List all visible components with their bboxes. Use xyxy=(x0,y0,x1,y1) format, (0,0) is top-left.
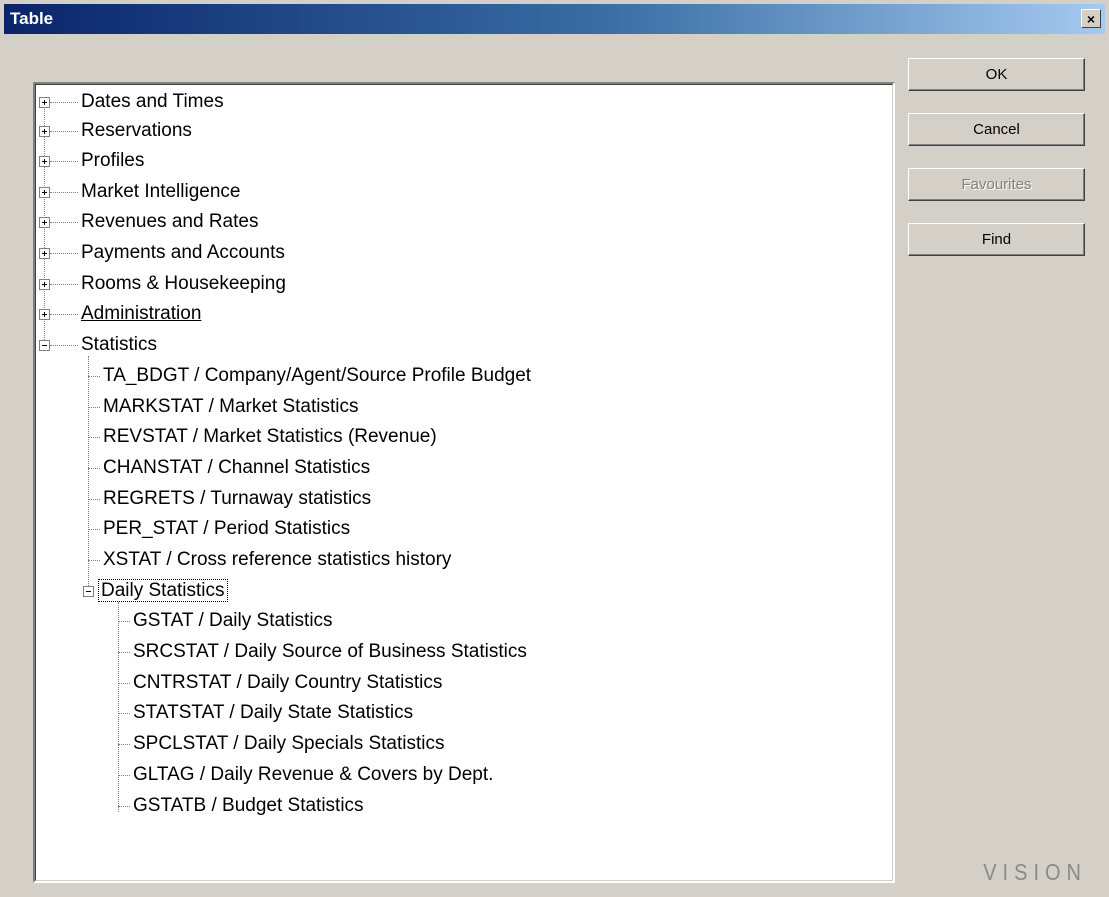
expand-icon[interactable] xyxy=(39,156,50,167)
find-button[interactable]: Find xyxy=(908,223,1085,256)
tree-leaf-label: GSTATB / Budget Statistics xyxy=(133,795,364,816)
tree-leaf-gltag[interactable]: GLTAG / Daily Revenue & Covers by Dept. xyxy=(133,761,493,789)
tree-node-reservations[interactable]: Reservations xyxy=(81,117,192,145)
tree-leaf-regrets[interactable]: REGRETS / Turnaway statistics xyxy=(103,485,371,513)
tree-connector-line xyxy=(50,284,78,285)
tree-node-label: Rooms & Housekeeping xyxy=(81,273,286,294)
tree-connector-line xyxy=(88,407,100,408)
tree-leaf-label: TA_BDGT / Company/Agent/Source Profile B… xyxy=(103,365,532,386)
tree-node-label: Market Intelligence xyxy=(81,181,241,202)
tree-connector-line xyxy=(50,253,78,254)
tree-connector-line xyxy=(50,131,78,132)
tree-connector-line xyxy=(50,102,78,103)
favourites-button-label: Favourites xyxy=(961,176,1032,193)
tree-node-statistics[interactable]: Statistics xyxy=(81,331,157,359)
tree-leaf-markstat[interactable]: MARKSTAT / Market Statistics xyxy=(103,393,359,421)
tree-node-revenues-and-rates[interactable]: Revenues and Rates xyxy=(81,208,258,236)
tree-node-dates-and-times[interactable]: Dates and Times xyxy=(81,88,224,116)
tree-leaf-label: GSTAT / Daily Statistics xyxy=(133,610,333,631)
tree-leaf-label: CHANSTAT / Channel Statistics xyxy=(103,457,371,478)
favourites-button[interactable]: Favourites xyxy=(908,168,1085,201)
tree-node-administration[interactable]: Administration xyxy=(81,300,201,328)
table-dialog: Table × Dates and Times Reservations Pro… xyxy=(0,0,1109,897)
title-bar[interactable]: Table × xyxy=(4,4,1105,34)
tree-leaf-label: STATSTAT / Daily State Statistics xyxy=(133,702,414,723)
tree-leaf-label: SPCLSTAT / Daily Specials Statistics xyxy=(133,733,445,754)
tree-node-label: Daily Statistics xyxy=(98,579,228,602)
expand-icon[interactable] xyxy=(39,279,50,290)
tree-leaf-gstat[interactable]: GSTAT / Daily Statistics xyxy=(133,607,333,635)
cancel-button[interactable]: Cancel xyxy=(908,113,1085,146)
expand-icon[interactable] xyxy=(39,97,50,108)
tree-leaf-label: XSTAT / Cross reference statistics histo… xyxy=(103,549,452,570)
tree-connector-line xyxy=(118,652,130,653)
tree-connector-line xyxy=(50,222,78,223)
tree-leaf-cntrstat[interactable]: CNTRSTAT / Daily Country Statistics xyxy=(133,669,442,697)
tree-connector-line xyxy=(118,683,130,684)
tree-leaf-label: GLTAG / Daily Revenue & Covers by Dept. xyxy=(133,764,494,785)
tree-leaf-label: REGRETS / Turnaway statistics xyxy=(103,488,372,509)
tree-node-label: Profiles xyxy=(81,150,145,171)
tree-node-label: Statistics xyxy=(81,334,158,355)
tree-connector-line xyxy=(118,621,130,622)
tree-leaf-label: REVSTAT / Market Statistics (Revenue) xyxy=(103,426,437,447)
tree-connector-line xyxy=(88,437,100,438)
expand-icon[interactable] xyxy=(39,248,50,259)
tree-connector-line xyxy=(50,314,78,315)
tree-node-rooms-housekeeping[interactable]: Rooms & Housekeeping xyxy=(81,270,286,298)
tree-connector-line xyxy=(118,775,130,776)
tree-leaf-ta-bdgt[interactable]: TA_BDGT / Company/Agent/Source Profile B… xyxy=(103,362,531,390)
tree-connector-line xyxy=(50,161,78,162)
close-icon: × xyxy=(1086,10,1096,27)
tree-leaf-xstat[interactable]: XSTAT / Cross reference statistics histo… xyxy=(103,546,451,574)
tree-leaf-gstatb[interactable]: GSTATB / Budget Statistics xyxy=(133,792,364,820)
tree-leaf-label: MARKSTAT / Market Statistics xyxy=(103,396,359,417)
tree-connector-line xyxy=(118,602,119,812)
tree-node-daily-statistics[interactable]: Daily Statistics xyxy=(98,577,228,605)
tree-connector-line xyxy=(50,192,78,193)
tree-node-label: Administration xyxy=(81,303,202,324)
cancel-button-label: Cancel xyxy=(973,121,1020,138)
tree-connector-line xyxy=(88,499,100,500)
tree-node-market-intelligence[interactable]: Market Intelligence xyxy=(81,178,240,206)
expand-icon[interactable] xyxy=(39,309,50,320)
tree-connector-line xyxy=(88,468,100,469)
ok-button[interactable]: OK xyxy=(908,58,1085,91)
collapse-icon[interactable] xyxy=(39,340,50,351)
close-button[interactable]: × xyxy=(1081,9,1101,28)
tree-node-payments-and-accounts[interactable]: Payments and Accounts xyxy=(81,239,285,267)
tree-connector-line xyxy=(118,806,130,807)
tree-leaf-label: CNTRSTAT / Daily Country Statistics xyxy=(133,672,443,693)
tree-node-label: Payments and Accounts xyxy=(81,242,285,263)
tree-node-label: Dates and Times xyxy=(81,91,224,112)
tree-node-label: Revenues and Rates xyxy=(81,211,259,232)
tree-leaf-label: SRCSTAT / Daily Source of Business Stati… xyxy=(133,641,527,662)
ok-button-label: OK xyxy=(985,66,1008,83)
expand-icon[interactable] xyxy=(39,126,50,137)
tree-connector-line xyxy=(118,713,130,714)
tree-leaf-per-stat[interactable]: PER_STAT / Period Statistics xyxy=(103,515,350,543)
tree-node-profiles[interactable]: Profiles xyxy=(81,147,144,175)
expand-icon[interactable] xyxy=(39,187,50,198)
tree-connector-line xyxy=(88,529,100,530)
tree-leaf-spclstat[interactable]: SPCLSTAT / Daily Specials Statistics xyxy=(133,730,445,758)
find-button-label: Find xyxy=(981,231,1012,248)
tree-node-label: Reservations xyxy=(81,120,192,141)
window-title: Table xyxy=(10,9,54,28)
vision-logo: VISION xyxy=(983,860,1087,886)
tree-leaf-srcstat[interactable]: SRCSTAT / Daily Source of Business Stati… xyxy=(133,638,527,666)
tree-leaf-revstat[interactable]: REVSTAT / Market Statistics (Revenue) xyxy=(103,423,437,451)
expand-icon[interactable] xyxy=(39,217,50,228)
tree-connector-line xyxy=(118,744,130,745)
tree-view[interactable]: Dates and Times Reservations Profiles Ma… xyxy=(33,82,895,883)
tree-connector-line xyxy=(50,345,78,346)
tree-leaf-chanstat[interactable]: CHANSTAT / Channel Statistics xyxy=(103,454,370,482)
tree-connector-line xyxy=(88,376,100,377)
tree-connector-line xyxy=(88,356,89,594)
tree-connector-line xyxy=(88,560,100,561)
tree-leaf-label: PER_STAT / Period Statistics xyxy=(103,518,351,539)
tree-leaf-statstat[interactable]: STATSTAT / Daily State Statistics xyxy=(133,699,413,727)
collapse-icon[interactable] xyxy=(83,586,94,597)
